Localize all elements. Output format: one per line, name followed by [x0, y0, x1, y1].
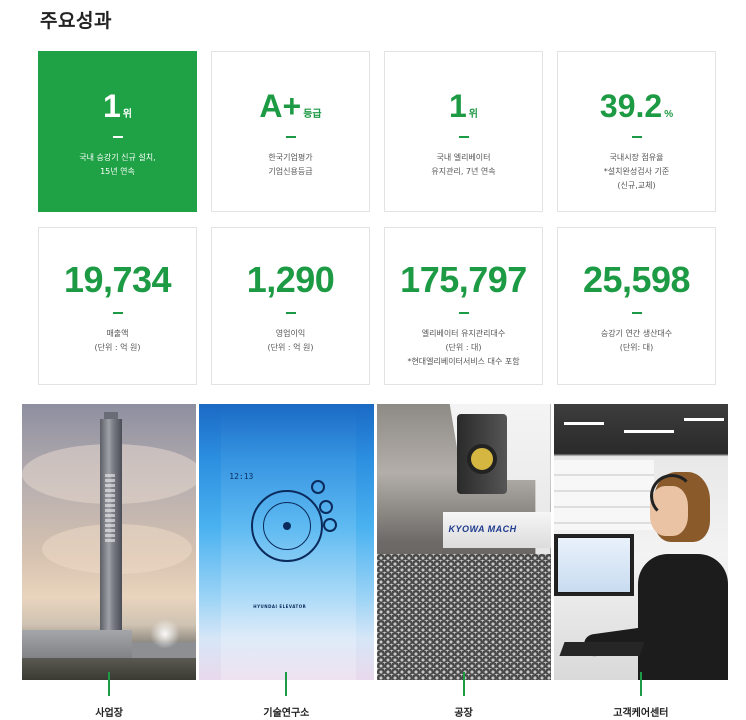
person-body	[637, 554, 728, 680]
stat-value: 25,598	[582, 259, 691, 300]
stat-description: 영업이익 (단위 : 억 원)	[267, 329, 314, 352]
stat-value: 1,290	[247, 262, 335, 298]
keyboard-shape	[559, 642, 645, 656]
stat-divider	[285, 136, 296, 138]
page-title: 주요성과	[40, 10, 112, 32]
photo-card-customer-care[interactable]: 고객케어센터	[553, 404, 728, 720]
callcenter-photo[interactable]	[553, 404, 728, 680]
stat-divider	[631, 312, 642, 314]
brand-text: HYUNDAI ELEVATOR	[253, 604, 307, 609]
stat-description: 엘리베이터 유지관리대수 (단위 : 대) *현대엘리베이터서비스 대수 포함	[407, 329, 520, 366]
stat-card-maintenance-rank: 1 위 국내 엘리베이터 유지관리, 7년 연속	[384, 51, 543, 212]
stat-card-annual-production: 25,598 승강기 연간 생산대수 (단위: 대)	[557, 227, 716, 385]
stat-description: 매출액 (단위 : 억 원)	[94, 329, 141, 352]
stat-value: 1 위	[103, 90, 132, 122]
clock-text: 12:13	[229, 472, 254, 481]
stats-grid: 1 위 국내 승강기 신규 설치, 15년 연속 A+ 등급 한국기업평가 기업…	[38, 51, 718, 400]
photo-card-factory[interactable]: KYOWA MACH 공장	[376, 404, 551, 720]
stat-value: A+ 등급	[259, 90, 321, 122]
stat-divider	[112, 312, 123, 314]
stat-divider	[112, 136, 123, 138]
stat-card-credit-rating: A+ 등급 한국기업평가 기업신용등급	[211, 51, 370, 212]
stat-number: A+	[259, 88, 302, 124]
stat-number: 1	[449, 88, 467, 124]
photo-label[interactable]: 기술연구소	[199, 704, 373, 719]
stat-card-maintenance-units: 175,797 엘리베이터 유지관리대수 (단위 : 대) *현대엘리베이터서비…	[384, 227, 543, 385]
stat-unit: 등급	[303, 109, 322, 120]
headset-icon	[649, 474, 694, 518]
stat-unit: %	[664, 109, 674, 120]
stat-value: 1 위	[449, 90, 478, 122]
stat-divider	[458, 136, 469, 138]
stat-unit: 위	[468, 109, 478, 120]
ceiling-light	[623, 430, 674, 433]
stat-number: 1	[103, 88, 121, 124]
stat-card-operating-profit: 1,290 영업이익 (단위 : 억 원)	[211, 227, 370, 385]
connector-line	[108, 672, 111, 696]
ceiling-light	[563, 422, 604, 425]
photo-label[interactable]: 사업장	[22, 704, 196, 719]
stat-description: 국내 승강기 신규 설치, 15년 연속	[79, 153, 156, 176]
machine-bed	[376, 554, 551, 680]
stat-divider	[458, 312, 469, 314]
research-photo[interactable]: 12:13 HYUNDAI ELEVATOR	[199, 404, 374, 680]
stat-card-revenue: 19,734 매출액 (단위 : 억 원)	[38, 227, 197, 385]
ceiling-light	[683, 418, 724, 421]
stat-description: 국내 엘리베이터 유지관리, 7년 연속	[431, 153, 496, 176]
photo-label[interactable]: 고객케어센터	[554, 704, 728, 719]
shelf-shape	[553, 460, 654, 530]
stat-number: 1,290	[246, 259, 335, 300]
photo-card-research-center[interactable]: 12:13 HYUNDAI ELEVATOR 기술연구소	[199, 404, 374, 720]
machine-brand-text: KYOWA MACH	[448, 524, 517, 534]
stat-divider	[285, 312, 296, 314]
stat-description: 한국기업평가 기업신용등급	[268, 153, 313, 176]
building-photo[interactable]	[22, 404, 197, 680]
stat-value: 39.2 %	[600, 90, 673, 122]
stat-number: 39.2	[599, 88, 663, 124]
tower-lettering	[105, 474, 115, 544]
stat-description: 승강기 연간 생산대수 (단위: 대)	[600, 329, 673, 352]
connector-line	[285, 672, 288, 696]
stat-number: 175,797	[400, 259, 527, 300]
monitor-screen	[557, 538, 630, 592]
photo-gallery: 사업장 12:13 HYUNDAI ELEVATOR 기술연구소 KYOWA M…	[22, 404, 728, 720]
photo-label[interactable]: 공장	[377, 704, 551, 719]
photo-card-business-site[interactable]: 사업장	[22, 404, 197, 720]
stat-unit: 위	[122, 109, 132, 120]
connector-line	[462, 672, 465, 696]
stat-number: 25,598	[582, 259, 691, 300]
stats-row-1: 1 위 국내 승강기 신규 설치, 15년 연속 A+ 등급 한국기업평가 기업…	[38, 51, 718, 212]
machine-lens	[466, 444, 497, 474]
stat-number: 19,734	[63, 259, 172, 300]
stat-value: 19,734	[63, 259, 172, 300]
stats-row-2: 19,734 매출액 (단위 : 억 원) 1,290 영업이익 (단위 : 억…	[38, 227, 718, 385]
sun-glow	[150, 619, 180, 649]
stat-card-new-installation: 1 위 국내 승강기 신규 설치, 15년 연속	[38, 51, 197, 212]
stat-divider	[631, 136, 642, 138]
stat-value: 175,797	[400, 262, 527, 298]
factory-photo[interactable]: KYOWA MACH	[376, 404, 551, 680]
stat-description: 국내시장 점유율 *설치완성검사 기준 (신규,교체)	[603, 153, 670, 190]
connector-line	[639, 672, 642, 696]
stat-card-market-share: 39.2 % 국내시장 점유율 *설치완성검사 기준 (신규,교체)	[557, 51, 716, 212]
building-shape	[22, 630, 132, 660]
